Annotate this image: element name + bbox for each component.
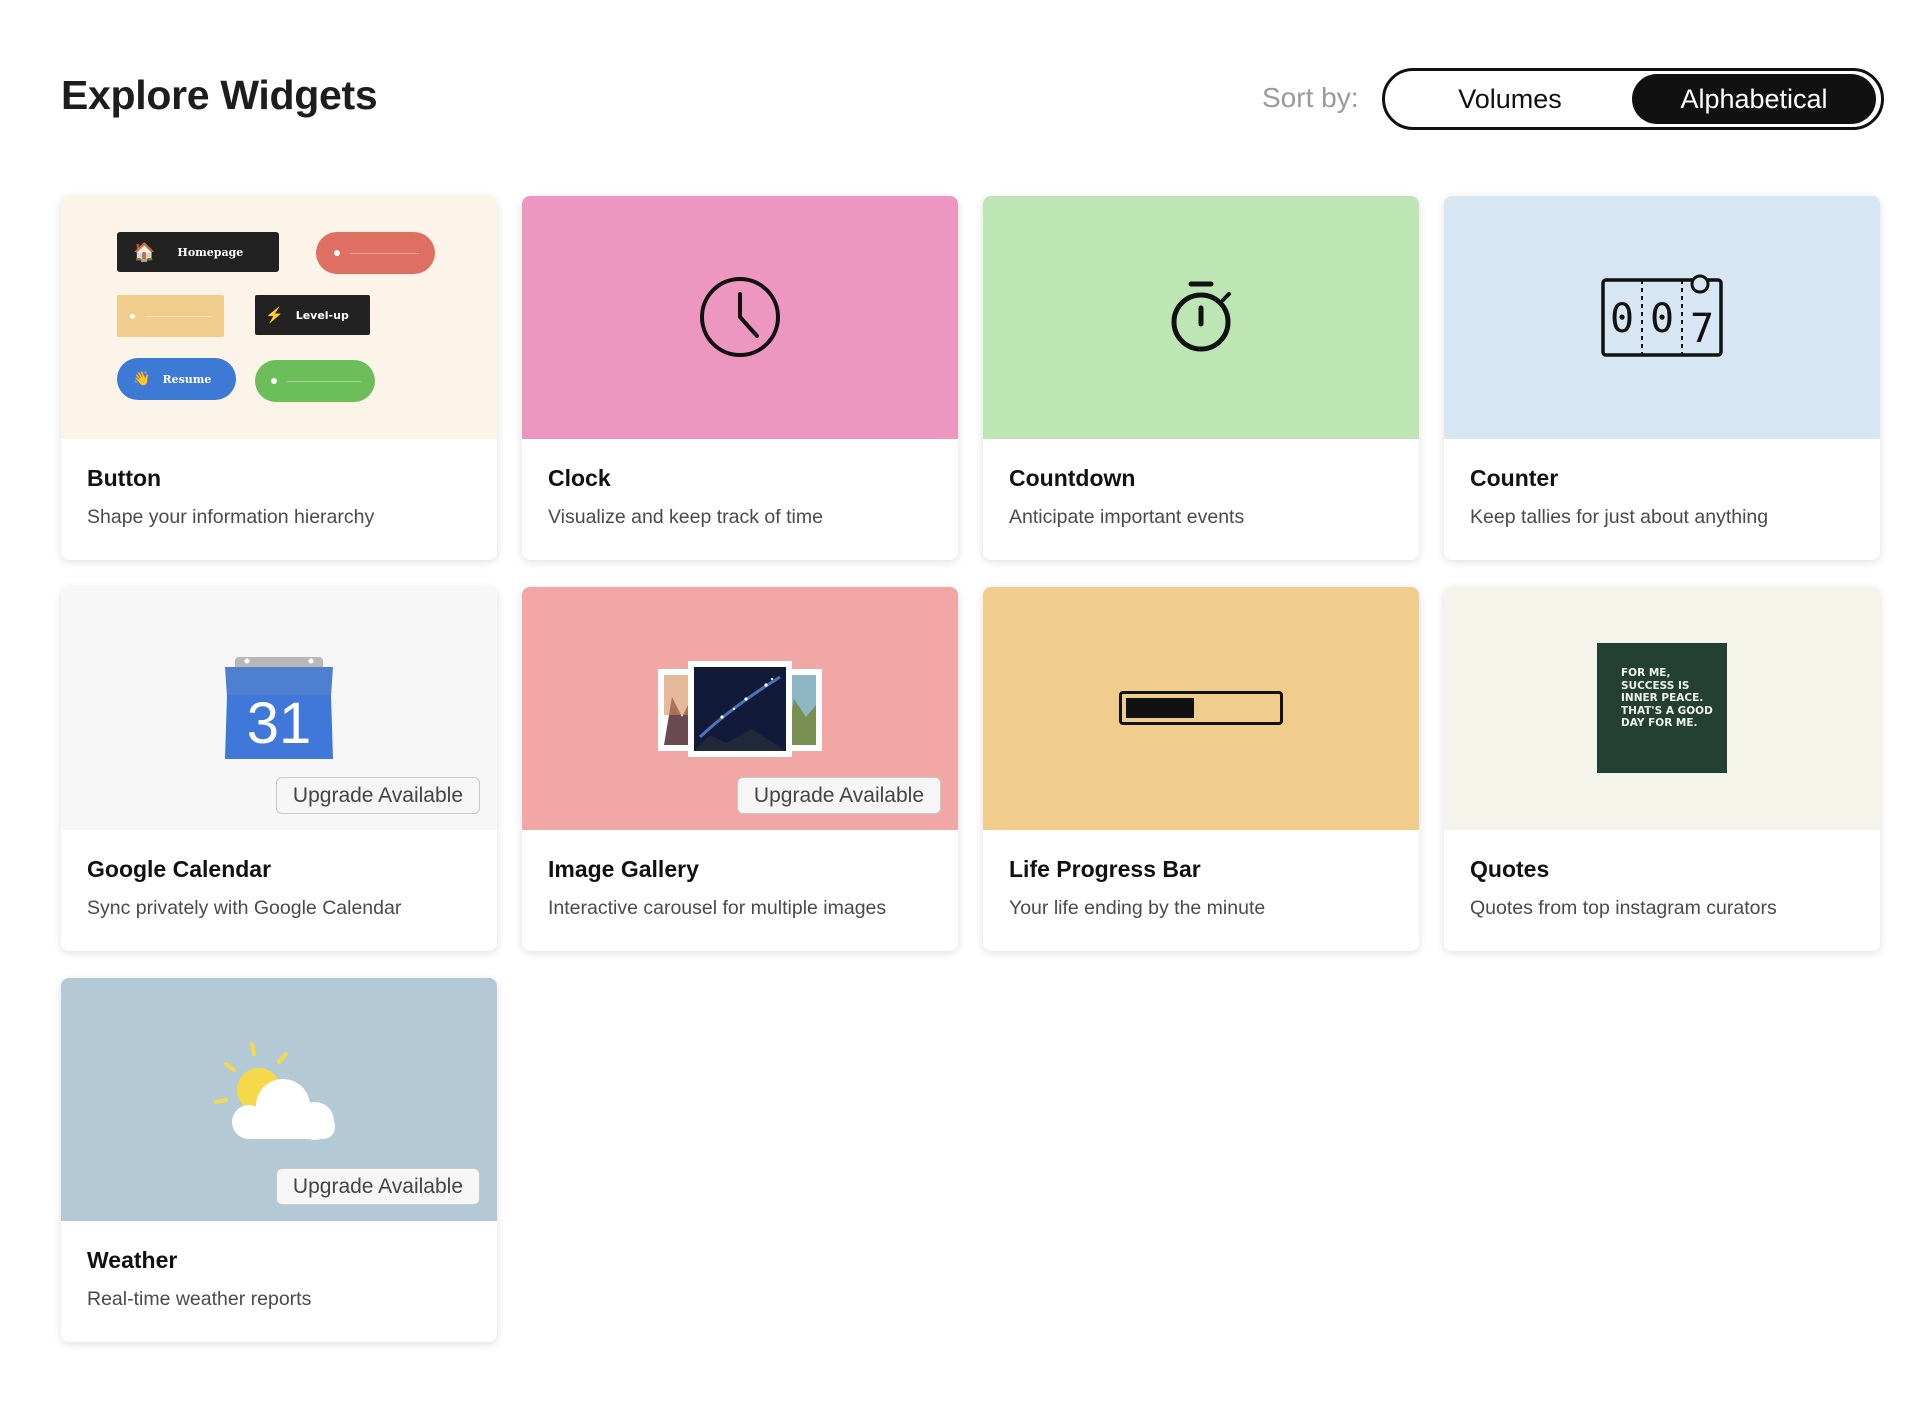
widget-description: Quotes from top instagram curators bbox=[1470, 897, 1777, 919]
sort-option-alphabetical[interactable]: Alphabetical bbox=[1632, 74, 1876, 124]
widget-card-quotes[interactable]: FOR ME, SUCCESS IS INNER PEACE. THAT'S A… bbox=[1444, 587, 1880, 951]
widget-thumbnail: 🏠 Homepage ⚡ Level-up 👋 Resume bbox=[61, 196, 497, 439]
house-icon: 🏠 bbox=[133, 241, 156, 263]
widget-card-google-calendar[interactable]: 31 Upgrade Available Google Calendar Syn… bbox=[61, 587, 497, 951]
calendar-day: 31 bbox=[247, 691, 312, 756]
widget-thumbnail: 31 Upgrade Available bbox=[61, 587, 497, 830]
green-pill-preview bbox=[255, 360, 375, 402]
widget-description: Real-time weather reports bbox=[87, 1288, 312, 1310]
sort-label: Sort by: bbox=[1262, 82, 1359, 113]
widget-thumbnail bbox=[522, 196, 958, 439]
widget-title: Button bbox=[87, 465, 162, 491]
quote-preview: FOR ME, SUCCESS IS INNER PEACE. THAT'S A… bbox=[1597, 643, 1727, 773]
sort-option-volumes[interactable]: Volumes bbox=[1388, 74, 1632, 124]
counter-digit: 0 bbox=[1610, 296, 1634, 342]
resume-button-preview: 👋 Resume bbox=[117, 358, 236, 400]
homepage-button-preview: 🏠 Homepage bbox=[117, 232, 279, 272]
wave-icon: 👋 bbox=[133, 371, 151, 387]
red-pill-preview bbox=[316, 232, 435, 274]
counter-digit: 7 bbox=[1690, 306, 1714, 352]
page-title: Explore Widgets bbox=[61, 72, 378, 118]
upgrade-badge[interactable]: Upgrade Available bbox=[275, 1168, 480, 1205]
widget-title: Life Progress Bar bbox=[1009, 856, 1201, 882]
widget-description: Sync privately with Google Calendar bbox=[87, 897, 402, 919]
clock-icon bbox=[700, 277, 780, 357]
yellow-box-preview bbox=[117, 295, 224, 337]
widget-thumbnail: Upgrade Available bbox=[61, 978, 497, 1221]
progress-bar bbox=[1119, 691, 1283, 725]
widget-thumbnail: Upgrade Available bbox=[522, 587, 958, 830]
widget-description: Shape your information hierarchy bbox=[87, 506, 375, 528]
widget-thumbnail bbox=[983, 587, 1419, 830]
widget-thumbnail: FOR ME, SUCCESS IS INNER PEACE. THAT'S A… bbox=[1444, 587, 1880, 830]
widget-thumbnail: 0 0 7 bbox=[1444, 196, 1880, 439]
sort-toggle[interactable]: Volumes Alphabetical bbox=[1382, 68, 1884, 130]
widget-title: Image Gallery bbox=[548, 856, 699, 882]
counter-icon: 0 0 7 bbox=[1601, 274, 1723, 357]
widget-description: Interactive carousel for multiple images bbox=[548, 897, 887, 919]
upgrade-badge[interactable]: Upgrade Available bbox=[736, 777, 941, 814]
stopwatch-icon bbox=[1171, 281, 1231, 352]
widget-card-life-progress-bar[interactable]: Life Progress Bar Your life ending by th… bbox=[983, 587, 1419, 951]
widget-card-button[interactable]: 🏠 Homepage ⚡ Level-up 👋 Resume Button Sh… bbox=[61, 196, 497, 560]
widget-title: Google Calendar bbox=[87, 856, 272, 882]
widget-title: Weather bbox=[87, 1247, 178, 1273]
widget-description: Anticipate important events bbox=[1009, 506, 1245, 528]
widget-card-image-gallery[interactable]: Upgrade Available Image Gallery Interact… bbox=[522, 587, 958, 951]
widget-thumbnail bbox=[983, 196, 1419, 439]
widget-card-weather[interactable]: Upgrade Available Weather Real-time weat… bbox=[61, 978, 497, 1342]
widget-title: Clock bbox=[548, 465, 611, 491]
widget-description: Your life ending by the minute bbox=[1009, 897, 1266, 919]
upgrade-badge[interactable]: Upgrade Available bbox=[275, 777, 480, 814]
widget-title: Countdown bbox=[1009, 465, 1136, 491]
widget-card-counter[interactable]: 0 0 7 Counter Keep tallies for just abou… bbox=[1444, 196, 1880, 560]
counter-digit: 0 bbox=[1650, 296, 1674, 342]
lightning-icon: ⚡ bbox=[265, 306, 284, 324]
widget-title: Quotes bbox=[1470, 856, 1550, 882]
progress-fill bbox=[1126, 698, 1194, 718]
widget-title: Counter bbox=[1470, 465, 1559, 491]
widget-card-countdown[interactable]: Countdown Anticipate important events bbox=[983, 196, 1419, 560]
widget-description: Visualize and keep track of time bbox=[548, 506, 823, 528]
widget-card-clock[interactable]: Clock Visualize and keep track of time bbox=[522, 196, 958, 560]
quote-text: FOR ME, SUCCESS IS INNER PEACE. THAT'S A… bbox=[1621, 667, 1713, 729]
widget-description: Keep tallies for just about anything bbox=[1470, 506, 1769, 528]
levelup-button-preview: ⚡ Level-up bbox=[255, 295, 370, 335]
